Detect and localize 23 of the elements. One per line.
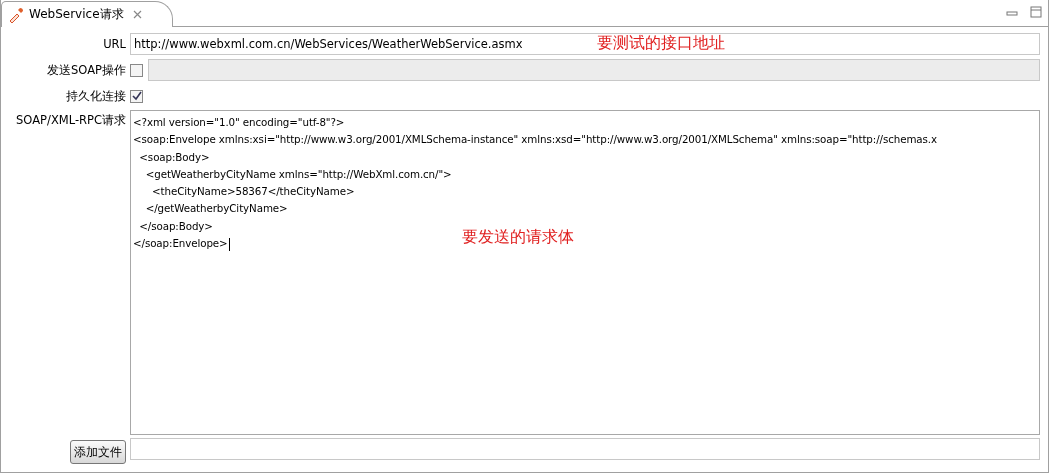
- annotation: 要发送的请求体: [462, 227, 574, 248]
- checkbox[interactable]: [130, 89, 143, 103]
- maximize-icon[interactable]: [1030, 6, 1042, 18]
- field-label: 发送SOAP操作: [46, 62, 126, 78]
- field-label: URL: [102, 37, 126, 51]
- request-body-editor[interactable]: [130, 110, 1040, 435]
- minimize-icon[interactable]: [1006, 10, 1018, 18]
- annotation: 要测试的接口地址: [597, 33, 725, 54]
- code-line: <soap:Envelope xmlns:xsi="http://www.w3.org/2001/XMLSchema-instance" xmlns:xsd="http://www.w3.org/2001/XMLSchema" xmlns:soap="http://schemas.x: [133, 132, 938, 148]
- code-line: </soap:Body>: [138, 218, 214, 234]
- field-label: 持久化连接: [65, 88, 126, 104]
- code-line: <?xml version="1.0" encoding="utf-8"?>: [133, 115, 346, 130]
- code-line: </getWeatherbyCityName>: [144, 201, 289, 217]
- add-file-button[interactable]: 添加文件: [70, 440, 126, 464]
- close-icon[interactable]: [132, 10, 142, 19]
- code-line: <theCityName>58367</theCityName>: [151, 184, 356, 200]
- code-line: <soap:Body>: [138, 149, 211, 165]
- editor-tab[interactable]: WebService请求: [1, 1, 173, 27]
- url-field[interactable]: http://www.webxml.com.cn/WebServices/WeatherWebService.asmx 要测试的接口地址: [130, 33, 1040, 55]
- field-label: SOAP/XML-RPC请求: [15, 112, 126, 128]
- code-line: <getWeatherbyCityName xmlns="http://WebXml.com.cn/">: [144, 166, 453, 182]
- eyedropper-icon: [8, 6, 24, 23]
- file-path-field[interactable]: [130, 438, 1040, 460]
